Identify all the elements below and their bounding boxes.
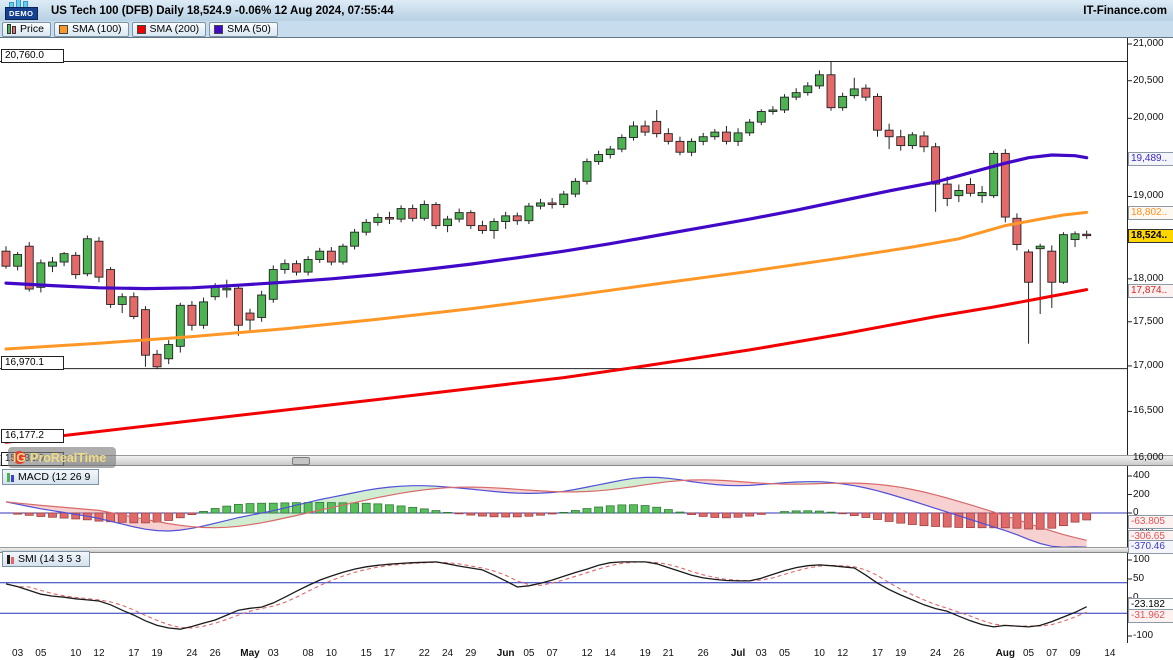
price-candles-icon	[7, 24, 16, 34]
brand-link[interactable]: IT-Finance.com	[1083, 5, 1167, 17]
price-level-box: 16,970.1	[1, 356, 64, 370]
smi-tab-label: SMI (14 3 5 3	[18, 553, 81, 565]
chart-application-window: DEMO US Tech 100 (DFB) Daily 18,524.9 -0…	[0, 0, 1173, 660]
time-axis-label: 05	[27, 648, 55, 659]
chart-title: US Tech 100 (DFB) Daily 18,524.9 -0.06% …	[51, 5, 394, 17]
tab-macd-indicator[interactable]: MACD (12 26 9	[2, 469, 99, 485]
time-axis-label: 14	[596, 648, 624, 659]
legend-tab-label: Price	[20, 23, 44, 35]
price-tick-label: 21,000	[1133, 38, 1164, 49]
ig-logo-icon: IG	[13, 451, 26, 464]
time-axis-label: 03	[259, 648, 287, 659]
sma-color-icon	[59, 25, 68, 34]
smi-value-box: -31.962	[1128, 609, 1173, 623]
price-tick-label: 17,000	[1133, 360, 1164, 371]
smi-tick-label: -100	[1133, 630, 1153, 641]
time-axis-label: 07	[538, 648, 566, 659]
platform-logo: DEMO	[5, 0, 43, 21]
sma-color-icon	[137, 25, 146, 34]
price-level-box: 16,177.2	[1, 429, 64, 443]
price-value-box: 19,489..	[1128, 152, 1173, 166]
price-tick-label: 18,000	[1133, 273, 1164, 284]
time-axis-label: 26	[201, 648, 229, 659]
time-axis-label: 26	[945, 648, 973, 659]
time-axis-label: 26	[689, 648, 717, 659]
smi-tab-icon	[7, 554, 14, 564]
price-tick-label: 19,000	[1133, 190, 1164, 201]
macd-value-box: -63.805	[1128, 515, 1173, 529]
time-axis-label: 12	[829, 648, 857, 659]
legend-bar: Price SMA (100) SMA (200) SMA (50)	[0, 21, 1173, 38]
time-axis-label: 10	[317, 648, 345, 659]
macd-tick-label: 400	[1133, 470, 1150, 481]
legend-tab-sma-200[interactable]: SMA (200)	[132, 22, 207, 37]
price-tick-label: 20,000	[1133, 112, 1164, 123]
panel-divider-macd-smi[interactable]	[0, 547, 1173, 553]
legend-tab-sma-50[interactable]: SMA (50)	[209, 22, 278, 37]
time-axis-label: 21	[654, 648, 682, 659]
price-value-box: 18,524..	[1128, 229, 1173, 243]
price-level-box: 20,760.0	[1, 49, 64, 63]
price-tick-label: 17,500	[1133, 316, 1164, 327]
time-axis-label: 05	[771, 648, 799, 659]
time-axis-label: 14	[1096, 648, 1124, 659]
time-axis-label: 19	[887, 648, 915, 659]
time-axis-label: 09	[1061, 648, 1089, 659]
watermark-text: ProRealTime	[30, 451, 106, 465]
smi-tick-label: 100	[1133, 554, 1150, 565]
legend-tab-label: SMA (200)	[150, 23, 200, 35]
legend-tab-sma-100[interactable]: SMA (100)	[54, 22, 129, 37]
price-value-box: 17,874..	[1128, 284, 1173, 298]
demo-badge: DEMO	[5, 7, 38, 20]
price-tick-label: 20,500	[1133, 75, 1164, 86]
time-axis-label: 12	[85, 648, 113, 659]
prorealtime-watermark: IG ProRealTime	[8, 447, 116, 468]
macd-value-box: -370.46	[1128, 540, 1173, 554]
title-bar: DEMO US Tech 100 (DFB) Daily 18,524.9 -0…	[0, 0, 1173, 22]
legend-tab-price[interactable]: Price	[2, 22, 51, 37]
legend-tab-label: SMA (50)	[227, 23, 271, 35]
legend-tab-label: SMA (100)	[72, 23, 122, 35]
divider-drag-handle[interactable]	[292, 457, 310, 465]
chart-canvas[interactable]	[0, 0, 1173, 660]
time-axis-label: 29	[457, 648, 485, 659]
macd-tab-icon	[7, 472, 14, 482]
macd-tab-label: MACD (12 26 9	[18, 471, 90, 483]
price-value-box: 18,802..	[1128, 206, 1173, 220]
tab-smi-indicator[interactable]: SMI (14 3 5 3	[2, 551, 90, 567]
price-tick-label: 16,000	[1133, 452, 1164, 463]
smi-tick-label: 50	[1133, 573, 1144, 584]
time-axis-label: 19	[143, 648, 171, 659]
price-tick-label: 16,500	[1133, 405, 1164, 416]
sma-color-icon	[214, 25, 223, 34]
macd-tick-label: 200	[1133, 489, 1150, 500]
panel-divider-price-macd[interactable]	[0, 455, 1173, 466]
time-axis-label: 17	[375, 648, 403, 659]
